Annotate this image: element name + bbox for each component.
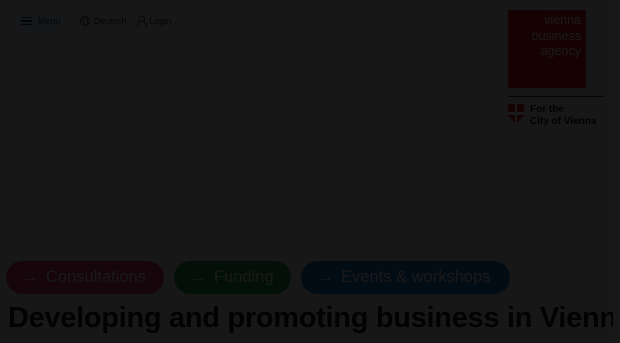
consultations-button[interactable]: → Consultations	[6, 261, 164, 294]
logo-divider	[508, 96, 603, 97]
language-label: Deutsch	[93, 15, 127, 26]
login-label: Login	[149, 15, 172, 26]
logo-line-2: business	[531, 28, 581, 43]
events-workshops-button[interactable]: → Events & workshops	[301, 261, 510, 294]
city-line-2: City of Vienna	[530, 115, 597, 127]
language-switch[interactable]: Deutsch	[79, 15, 127, 26]
vienna-business-agency-logo[interactable]: vienna business agency	[508, 10, 586, 88]
menu-label: Menu	[38, 15, 61, 26]
events-workshops-label: Events & workshops	[341, 268, 491, 286]
funding-label: Funding	[214, 268, 274, 286]
city-of-vienna-badge[interactable]: For the City of Vienna	[508, 104, 597, 127]
scrollbar[interactable]	[613, 0, 620, 343]
consultations-label: Consultations	[46, 268, 146, 286]
hamburger-icon	[21, 16, 32, 25]
globe-icon	[79, 15, 90, 26]
page-headline: Developing and promoting business in Vie…	[8, 302, 620, 334]
funding-button[interactable]: → Funding	[174, 261, 291, 294]
arrow-right-icon: →	[317, 268, 333, 286]
vienna-shield-icon	[508, 104, 524, 124]
logo-line-1: vienna	[544, 13, 581, 27]
city-text: For the City of Vienna	[530, 104, 597, 127]
login-link[interactable]: Login	[136, 15, 172, 27]
action-buttons: → Consultations → Funding → Events & wor…	[6, 261, 510, 294]
city-line-1: For the	[530, 104, 564, 115]
page: Menu Deutsch Login vienna business agenc…	[0, 0, 620, 343]
arrow-right-icon: →	[190, 268, 206, 286]
person-icon	[136, 15, 147, 27]
menu-button[interactable]: Menu	[12, 10, 70, 31]
top-navigation: Menu Deutsch Login	[12, 10, 172, 31]
logo-line-3: agency	[540, 44, 581, 58]
arrow-right-icon: →	[22, 268, 38, 286]
